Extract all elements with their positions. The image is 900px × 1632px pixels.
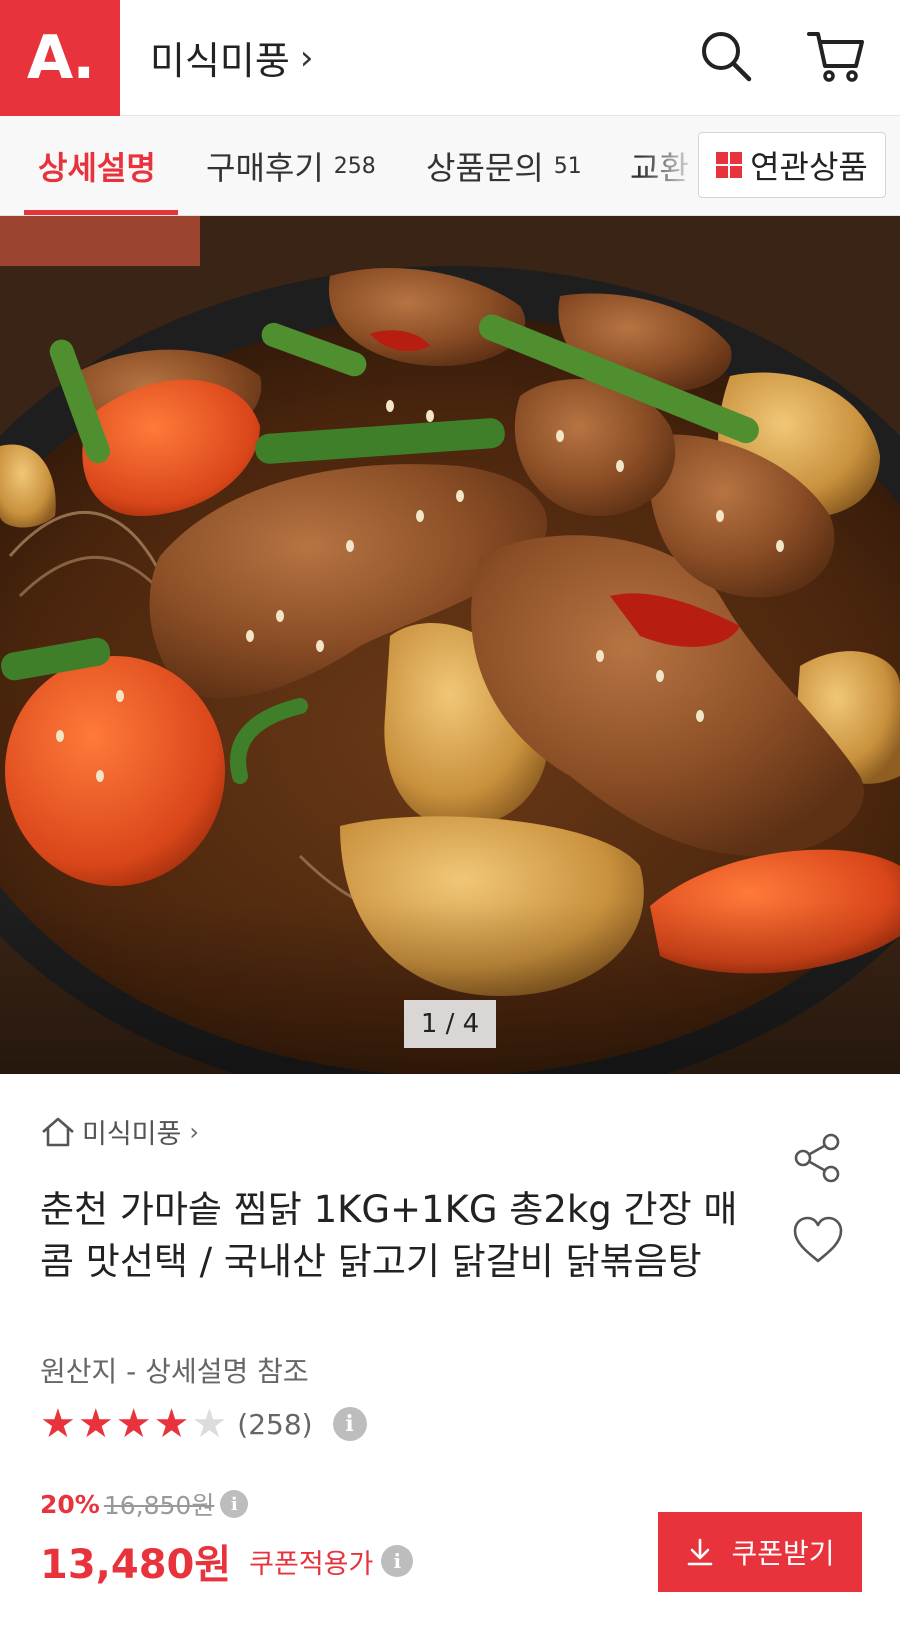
grid-icon — [716, 152, 743, 178]
store-name: 미식미풍 — [150, 39, 290, 83]
info-icon[interactable]: i — [332, 1407, 367, 1441]
store-name-link[interactable]: 미식미풍 › — [150, 30, 313, 85]
star-filled-icon: ★ — [77, 1401, 114, 1447]
store-breadcrumb[interactable]: 미식미풍 › — [40, 1112, 199, 1151]
tab-fade — [640, 116, 700, 215]
share-icon — [794, 1133, 840, 1183]
search-icon — [702, 32, 752, 82]
coupon-price-note: 쿠폰적용가 — [249, 1548, 374, 1580]
related-products-label: 연관상품 — [750, 148, 868, 186]
image-fade — [0, 216, 900, 1074]
tab-reviews[interactable]: 구매후기 258 — [206, 116, 376, 215]
tab-count: 258 — [333, 153, 376, 179]
download-arrow-icon — [688, 1538, 713, 1566]
rating-summary[interactable]: ★ ★ ★ ★ ★ (258) i — [40, 1402, 367, 1446]
coupon-button-label: 쿠폰받기 — [731, 1537, 835, 1570]
image-counter: 1 / 4 — [404, 1000, 496, 1048]
top-header: A. 미식미풍 › — [0, 0, 900, 116]
discount-rate: 20% — [40, 1489, 100, 1519]
discount-row: 20% 16,850원 i — [40, 1486, 249, 1522]
breadcrumb-store-name: 미식미풍 — [82, 1119, 182, 1150]
original-price: 16,850원 — [103, 1491, 215, 1520]
heart-icon — [793, 1216, 843, 1263]
star-filled-icon: ★ — [115, 1401, 152, 1447]
star-empty-icon: ★ — [191, 1401, 228, 1447]
tab-label: 구매후기 — [206, 149, 324, 187]
info-icon[interactable]: i — [220, 1490, 249, 1518]
tab-inquiries[interactable]: 상품문의 51 — [426, 116, 582, 215]
search-button[interactable] — [694, 24, 758, 88]
chevron-right-icon: › — [299, 37, 314, 78]
product-title: 춘천 가마솥 찜닭 1KG+1KG 총2kg 간장 매콤 맛선택 / 국내산 닭… — [40, 1188, 738, 1283]
tab-detail[interactable]: 상세설명 — [38, 116, 156, 215]
logo-text: A. — [26, 23, 95, 93]
wishlist-button[interactable] — [786, 1208, 850, 1272]
tab-label: 상품문의 — [426, 149, 544, 187]
coupon-download-button[interactable]: 쿠폰받기 — [658, 1512, 862, 1592]
tab-count: 51 — [553, 153, 582, 179]
star-filled-icon: ★ — [40, 1401, 76, 1447]
star-filled-icon: ★ — [153, 1401, 190, 1447]
sale-price: 13,480원 — [40, 1542, 232, 1588]
detail-tabs: 상세설명 구매후기 258 상품문의 51 교환 연관상품 — [0, 116, 900, 216]
home-icon — [42, 1117, 74, 1146]
tab-label: 상세설명 — [38, 149, 156, 187]
product-image[interactable] — [0, 216, 900, 1074]
share-button[interactable] — [786, 1126, 850, 1190]
info-icon[interactable]: i — [381, 1545, 414, 1577]
price-row: 13,480원 쿠폰적용가 i — [40, 1532, 414, 1590]
chevron-right-icon: › — [189, 1117, 199, 1146]
star-rating: ★ ★ ★ ★ ★ — [40, 1402, 229, 1446]
review-count: (258) — [237, 1407, 313, 1441]
cart-button[interactable] — [804, 24, 868, 88]
cart-icon — [807, 32, 864, 82]
related-products-button[interactable]: 연관상품 — [698, 132, 886, 198]
origin-info: 원산지 - 상세설명 참조 — [40, 1355, 309, 1388]
store-logo[interactable]: A. — [0, 0, 120, 116]
